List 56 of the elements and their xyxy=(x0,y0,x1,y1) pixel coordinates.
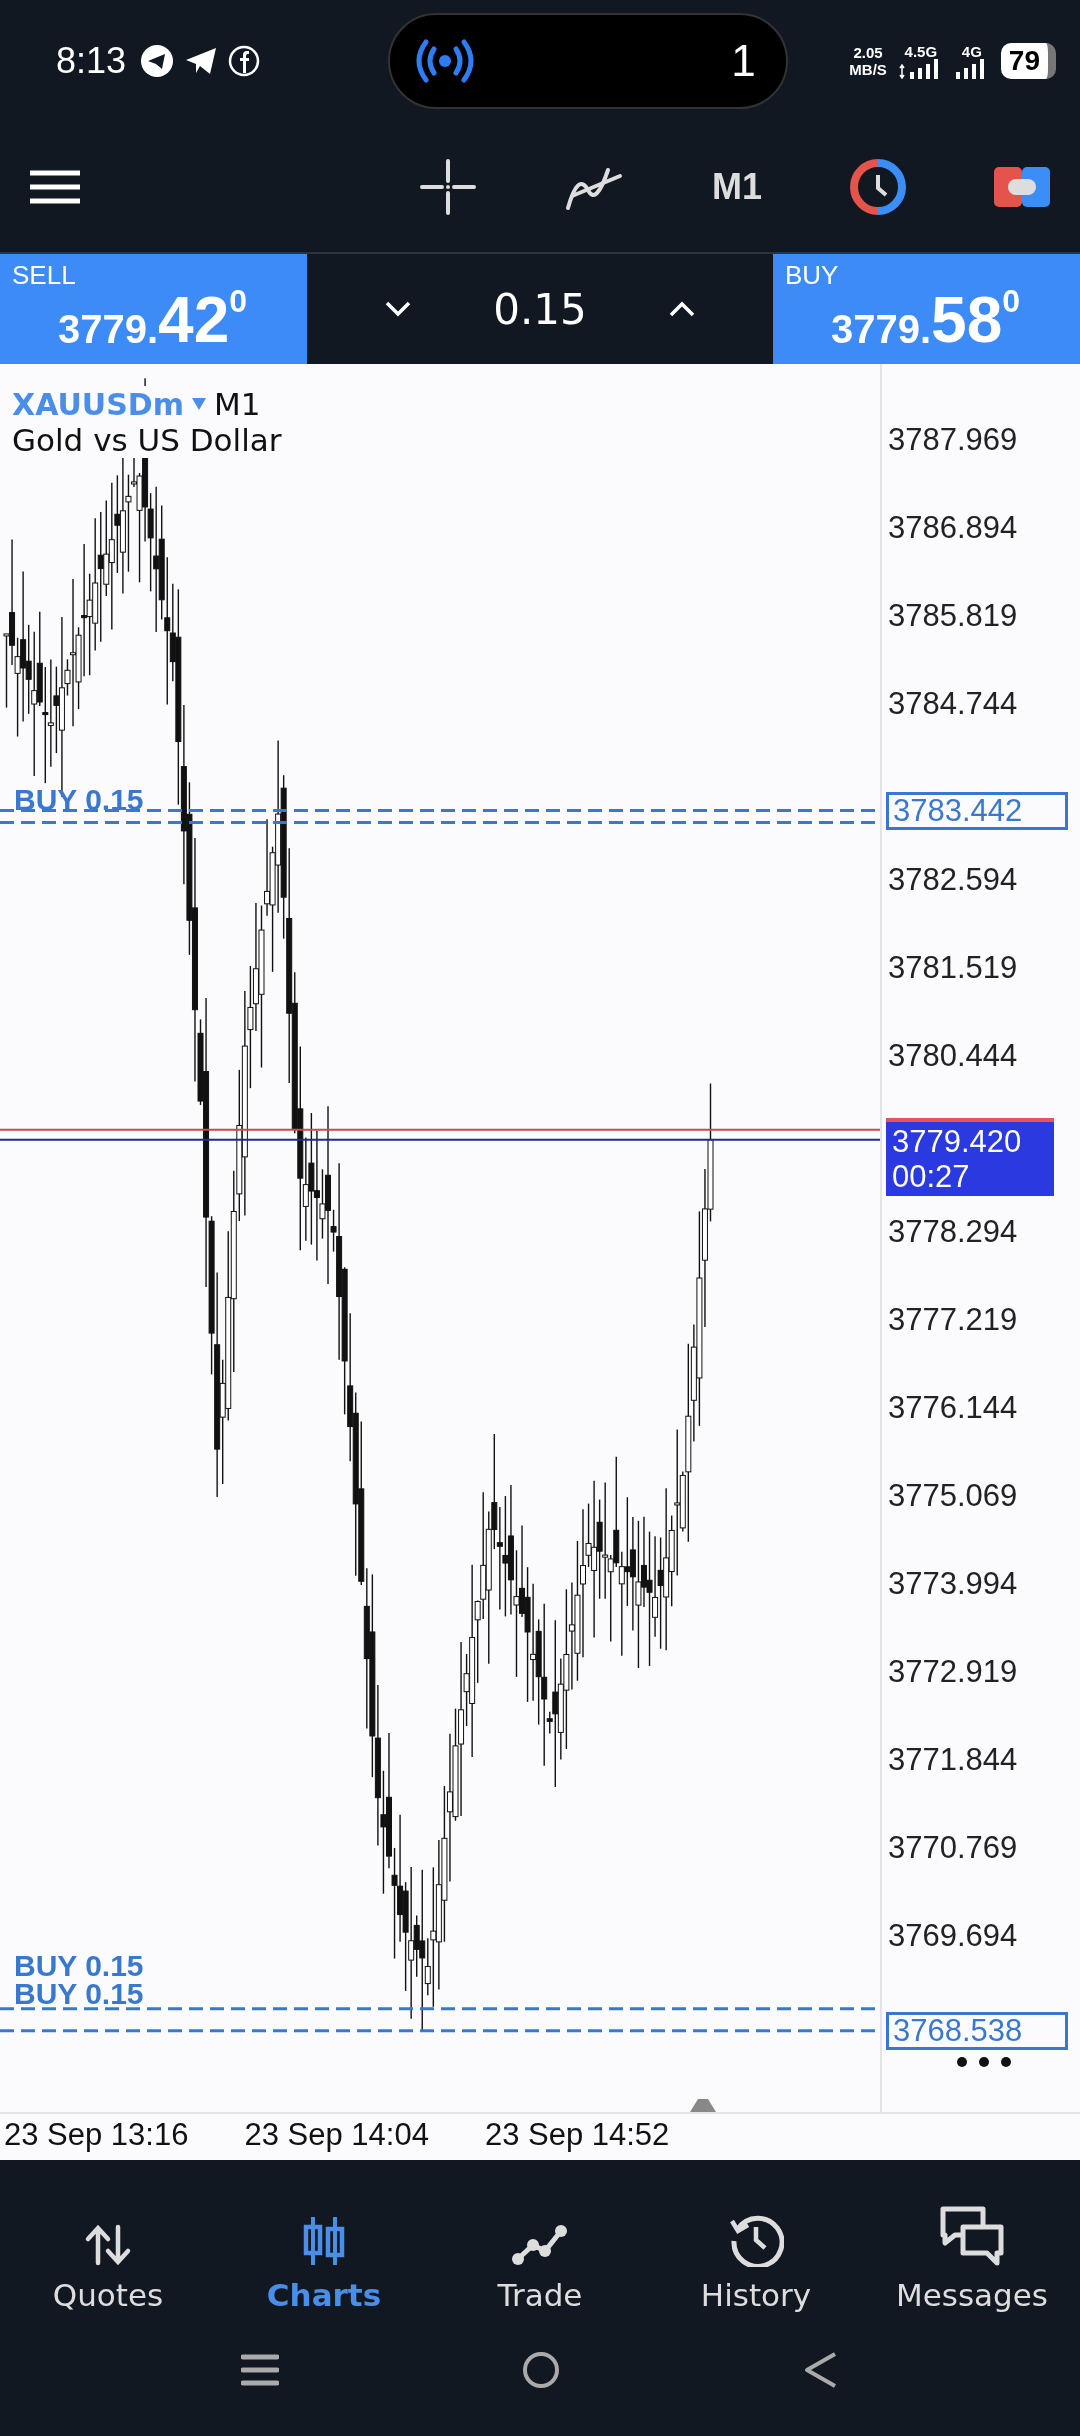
symbol-description: Gold vs US Dollar xyxy=(12,422,282,458)
network-label: 4.5G xyxy=(904,43,938,59)
battery-indicator: 79 xyxy=(1000,43,1056,79)
price-tick: 3771.844 xyxy=(888,1742,1018,1778)
price-tick: 3777.219 xyxy=(888,1302,1018,1338)
decrease-icon[interactable] xyxy=(383,300,412,318)
network-label: 4G xyxy=(961,43,982,59)
line-chart-icon xyxy=(511,2223,569,2267)
order-price-tag: 3783.442 xyxy=(886,791,1068,830)
volume-value[interactable]: 0.15 xyxy=(493,284,587,334)
clock-icon[interactable] xyxy=(850,159,906,215)
home-icon[interactable] xyxy=(521,2350,561,2390)
nav-tab[interactable]: Trade xyxy=(440,2196,640,2314)
price-tick: 3781.519 xyxy=(888,950,1018,986)
price-tick: 3773.994 xyxy=(888,1566,1018,1602)
speed-value: 2.05 xyxy=(853,44,883,61)
price-tick: 3775.069 xyxy=(888,1478,1018,1514)
price-tick: 3784.744 xyxy=(888,686,1018,722)
up-down-arrows-icon xyxy=(84,2223,132,2267)
order-price-tag: 3768.538 xyxy=(886,2011,1068,2050)
telegram-icon xyxy=(140,44,175,78)
price-tick: 3769.694 xyxy=(888,1918,1018,1954)
status-pill[interactable]: 1 xyxy=(387,13,788,109)
price-tick: 3785.819 xyxy=(888,598,1018,634)
toggle-icon[interactable] xyxy=(994,165,1050,209)
price-tick: 3780.444 xyxy=(888,1038,1018,1074)
price-tick: 3776.144 xyxy=(888,1390,1018,1426)
order-label: BUY 0.15 xyxy=(14,782,144,817)
price-tick: 3772.919 xyxy=(888,1654,1018,1690)
menu-icon[interactable] xyxy=(30,170,80,204)
back-icon[interactable] xyxy=(803,2350,839,2390)
price-tick: 3778.294 xyxy=(888,1214,1018,1250)
price-tick: 3770.769 xyxy=(888,1830,1018,1866)
speed-unit: MB/S xyxy=(849,61,887,78)
time-tick: 23 Sep 14:52 xyxy=(484,2116,670,2154)
nav-tab[interactable]: Quotes xyxy=(8,2196,208,2314)
time-tick: 23 Sep 14:04 xyxy=(244,2116,429,2154)
bid-price-tag: 3779.420 00:27 xyxy=(886,1121,1054,1196)
nav-tab[interactable]: Messages xyxy=(872,2196,1072,2314)
chat-bubbles-icon xyxy=(939,2205,1005,2267)
price-tick: 3787.969 xyxy=(888,422,1018,458)
nav-tab[interactable]: History xyxy=(656,2196,856,2314)
clock-time: 8:13 xyxy=(56,40,127,82)
facebook-icon xyxy=(228,45,261,77)
telegram-icon xyxy=(184,46,219,76)
chart-timeframe: M1 xyxy=(213,386,261,422)
recent-apps-icon[interactable] xyxy=(241,2353,279,2387)
increase-icon[interactable] xyxy=(668,300,697,318)
price-tick: 3782.594 xyxy=(888,862,1018,898)
crosshair-icon[interactable] xyxy=(420,159,476,215)
more-icon[interactable] xyxy=(956,2056,1012,2068)
timeframe-button[interactable]: M1 xyxy=(712,166,762,208)
time-tick: 23 Sep 13:16 xyxy=(4,2116,189,2154)
price-tick: 3786.894 xyxy=(888,510,1018,546)
dropdown-icon[interactable] xyxy=(191,398,206,410)
nav-tab[interactable]: Charts xyxy=(224,2196,424,2314)
